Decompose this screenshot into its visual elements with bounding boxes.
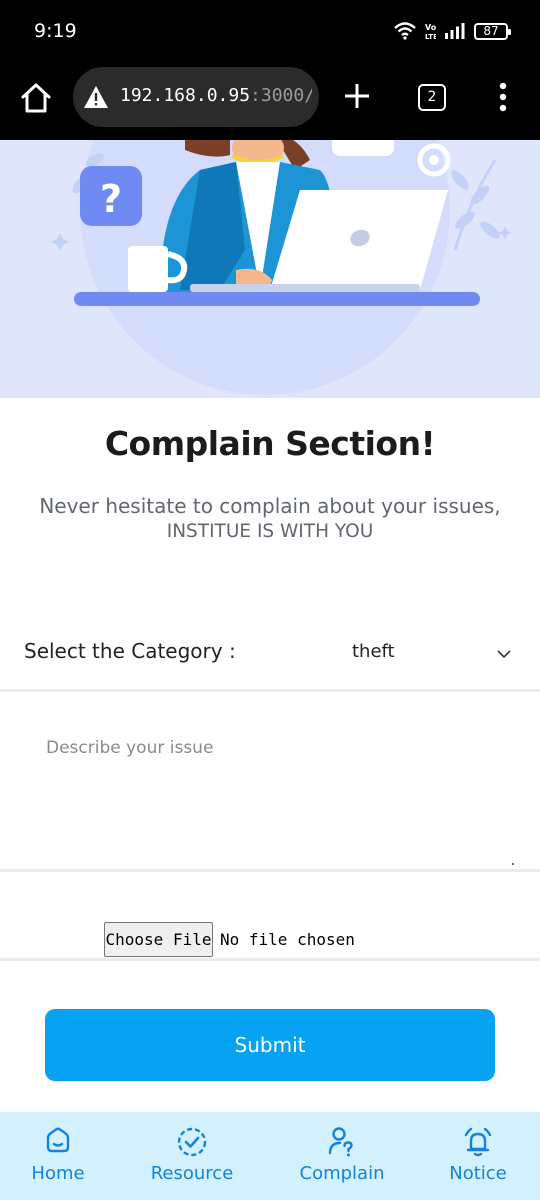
sparkle-icon: [498, 226, 512, 240]
question-badge-icon: ?: [80, 166, 142, 226]
nav-item-complain[interactable]: Complain: [292, 1112, 392, 1200]
desk-bar: [74, 292, 480, 306]
textarea-resize-handle[interactable]: [512, 863, 514, 865]
url-path: :3000/c: [250, 85, 312, 106]
svg-text:Vo: Vo: [425, 23, 436, 32]
category-select[interactable]: theft: [330, 632, 520, 676]
category-select-value: theft: [352, 641, 395, 662]
svg-text:LTE: LTE: [425, 33, 436, 40]
url-text[interactable]: 192.168.0.95:3000/c: [120, 85, 312, 106]
battery-icon: 87: [474, 22, 511, 40]
nav-item-home[interactable]: Home: [18, 1112, 98, 1200]
subtitle-line-2: INSTITUE IS WITH YOU: [166, 521, 374, 542]
resource-check-icon: [177, 1127, 207, 1157]
submit-button[interactable]: Submit: [45, 1009, 495, 1081]
leaf-right-icon: [451, 159, 500, 251]
page-subtitle: Never hesitate to complain about your is…: [20, 494, 520, 544]
home-icon[interactable]: [18, 80, 54, 116]
file-status-text: No file chosen: [220, 930, 355, 949]
illustration-woman-laptop: ?: [51, 140, 512, 395]
nav-item-resource[interactable]: Resource: [142, 1112, 242, 1200]
tab-switcher-button[interactable]: 2: [418, 84, 446, 111]
chevron-down-icon: [497, 650, 511, 659]
hero-illustration: ?: [0, 140, 540, 398]
bell-alert-icon: [464, 1127, 492, 1157]
wifi-icon: [394, 22, 416, 40]
issue-description-input[interactable]: [0, 694, 540, 869]
browser-toolbar: 192.168.0.95:3000/c 2: [0, 62, 540, 140]
speech-bubble-icon: [332, 140, 394, 156]
nav-label-home: Home: [31, 1163, 85, 1184]
category-row: Select the Category : theft: [0, 622, 540, 692]
status-bar: 9:19 Vo LTE 87: [0, 0, 540, 62]
warning-icon[interactable]: [83, 85, 109, 109]
nav-label-resource: Resource: [150, 1163, 234, 1184]
plus-icon[interactable]: [343, 82, 371, 110]
home-icon: [46, 1127, 70, 1153]
signal-icon: [445, 23, 465, 39]
bottom-navigation: Home Resource Complain Notice: [0, 1112, 540, 1200]
status-icons: Vo LTE 87: [394, 20, 511, 42]
svg-text:?: ?: [100, 177, 122, 221]
category-label: Select the Category :: [24, 639, 236, 663]
file-upload-row: Choose File No file chosen: [0, 875, 540, 961]
nav-label-notice: Notice: [449, 1163, 507, 1184]
issue-description-container: [0, 694, 540, 872]
more-vert-icon[interactable]: [497, 82, 509, 112]
url-bar[interactable]: 192.168.0.95:3000/c: [73, 67, 319, 127]
choose-file-button[interactable]: Choose File: [104, 922, 213, 957]
status-time: 9:19: [34, 20, 77, 42]
user-question-icon: [328, 1127, 353, 1157]
url-host: 192.168.0.95: [120, 85, 251, 106]
subtitle-line-1: Never hesitate to complain about your is…: [39, 494, 501, 518]
nav-item-notice[interactable]: Notice: [438, 1112, 518, 1200]
sparkle-icon: [51, 233, 69, 251]
page-title: Complain Section!: [104, 424, 436, 463]
volte-icon: Vo LTE: [425, 23, 436, 40]
nav-label-complain: Complain: [299, 1163, 385, 1184]
